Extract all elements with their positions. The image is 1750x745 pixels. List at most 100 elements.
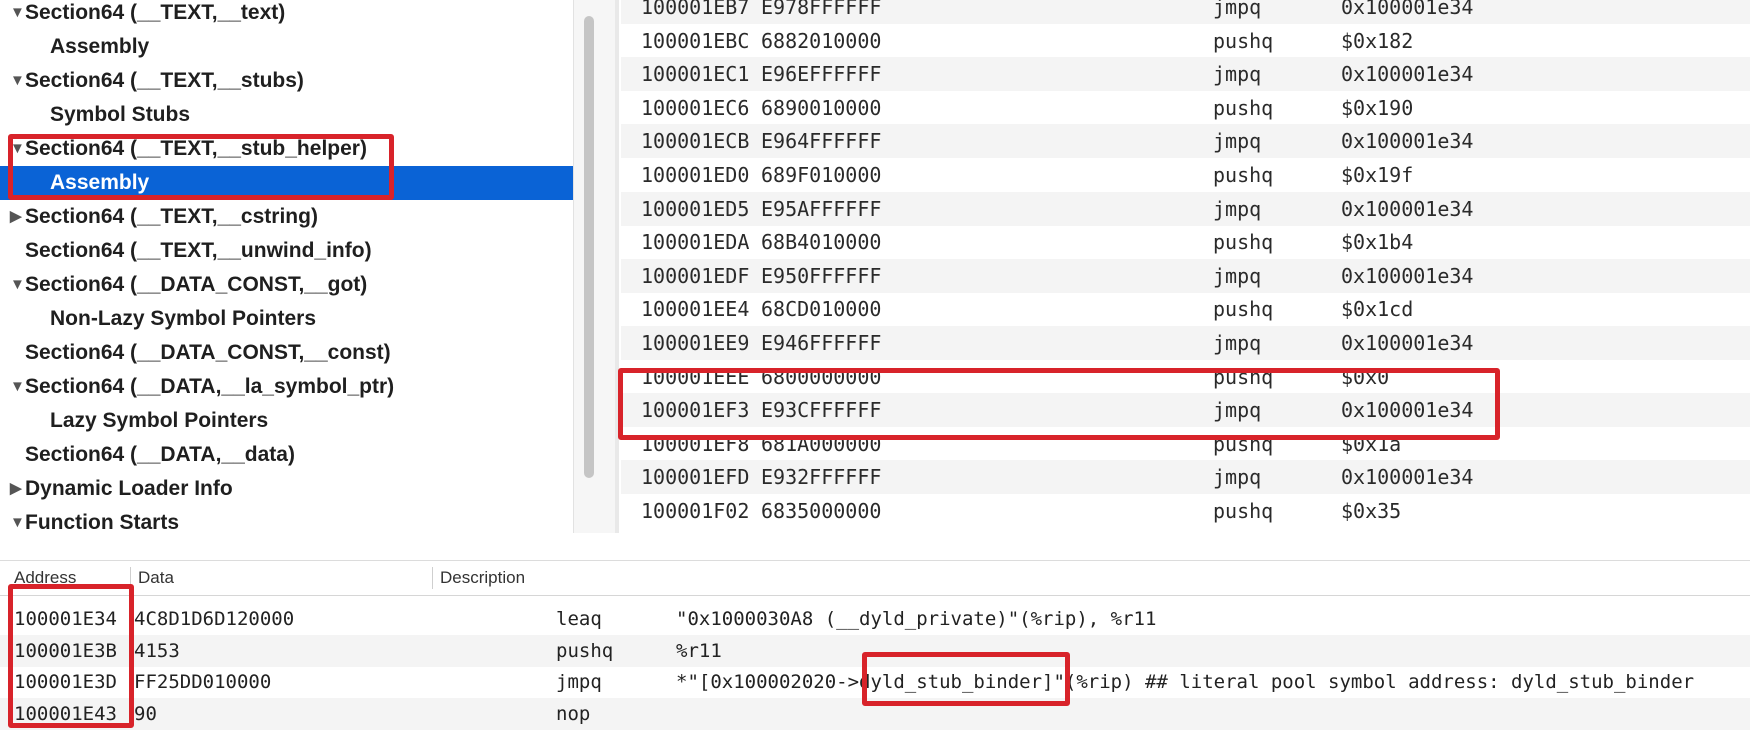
assembly-row[interactable]: 100001ED0 689F010000 pushq $0x19f [621,158,1750,192]
disclosure-triangle-expanded-icon[interactable]: ▼ [10,132,25,166]
tree-item-label: Dynamic Loader Info [25,477,233,500]
assembly-operand: $0x35 [1341,499,1402,523]
assembly-row[interactable]: 100001EC6 6890010000 pushq $0x190 [621,91,1750,125]
tree-item[interactable]: ▼ Section64 (__TEXT,__text) [0,0,573,30]
assembly-operand: 0x100001e34 [1341,129,1474,154]
assembly-operand: 0x100001e34 [1341,331,1474,355]
detail-data: FF25DD010000 [134,671,272,693]
assembly-bytes: 6800000000 [761,364,882,389]
detail-address: 100001E43 [14,702,117,725]
detail-row[interactable]: 100001E34 4C8D1D6D120000 leaq "0x1000030A8 … [0,603,1750,635]
tree-scrollbar[interactable] [573,0,617,533]
disclosure-triangle-collapsed-icon[interactable]: ▶ [10,200,22,234]
assembly-bytes: 689F010000 [761,163,882,187]
assembly-opcode: jmpq [1213,62,1262,87]
assembly-row[interactable]: 100001EE9 E946FFFFFF jmpq 0x100001e34 [621,326,1750,360]
assembly-operand: $0x0 [1341,364,1390,389]
tree-item[interactable]: ▶ Section64 (__TEXT,__cstring) [0,200,573,234]
disclosure-triangle-collapsed-icon[interactable]: ▶ [10,472,22,506]
column-header-address[interactable]: Address [14,561,76,595]
assembly-row[interactable]: 100001EB7 E978FFFFFF jmpq 0x100001e34 [621,0,1750,24]
assembly-operand: 0x100001e34 [1341,263,1474,288]
tree-item[interactable]: Lazy Symbol Pointers [0,404,573,438]
column-divider[interactable] [130,567,131,589]
assembly-operand: 0x100001e34 [1341,465,1474,490]
detail-description: *"[0x100002020->dyld_stub_binder]"(%rip)… [676,671,1695,693]
assembly-row[interactable]: 100001F02 6835000000 pushq $0x35 [621,494,1750,528]
disclosure-triangle-expanded-icon[interactable]: ▼ [10,506,25,533]
tree-item-label: Non-Lazy Symbol Pointers [50,307,317,330]
assembly-address: 100001EB7 [641,0,750,19]
tree-item-label: Section64 (__TEXT,__cstring) [25,205,318,228]
tree-item[interactable]: ▼ Section64 (__DATA,__la_symbol_ptr) [0,370,573,404]
detail-row[interactable]: 100001E43 90 nop [0,697,1750,730]
detail-address: 100001E34 [14,608,117,630]
assembly-row[interactable]: 100001EDA 68B4010000 pushq $0x1b4 [621,225,1750,259]
column-header-description[interactable]: Description [440,561,525,595]
tree-item[interactable]: ▶ Dynamic Loader Info [0,472,573,506]
tree-item[interactable]: Assembly [0,30,573,64]
assembly-bytes: 6890010000 [761,95,882,120]
detail-data: 4C8D1D6D120000 [134,608,295,630]
assembly-bytes: E950FFFFFF [761,263,882,288]
tree-item-label: Section64 (__TEXT,__stubs) [25,69,304,92]
detail-table[interactable]: Address Data Description 100001E34 4C8D1D… [0,560,1750,745]
assembly-address: 100001EE9 [641,331,750,355]
assembly-row[interactable]: 100001EF3 E93CFFFFFF jmpq 0x100001e34 [621,393,1750,428]
assembly-row[interactable]: 100001EF8 681A000000 pushq $0x1a [621,427,1750,461]
detail-description: "0x1000030A8 (__dyld_private)"(%rip), %r… [676,608,1157,630]
assembly-address: 100001F02 [641,499,750,523]
assembly-row[interactable]: 100001ECB E964FFFFFF jmpq 0x100001e34 [621,124,1750,159]
detail-opcode: leaq [556,608,602,630]
tree-item[interactable]: ▼ Section64 (__DATA_CONST,__got) [0,268,573,302]
assembly-address: 100001EDF [641,263,750,288]
column-header-data[interactable]: Data [138,561,174,595]
assembly-row[interactable]: 100001EC1 E96EFFFFFF jmpq 0x100001e34 [621,57,1750,92]
column-divider[interactable] [432,567,433,589]
tree-item-label: Symbol Stubs [50,103,191,126]
assembly-table[interactable]: 100001EB7 E978FFFFFF jmpq 0x100001e34 100001… [615,0,1750,533]
detail-row[interactable]: 100001E3B 4153 pushq %r11 [0,634,1750,667]
assembly-row[interactable]: 100001EDF E950FFFFFF jmpq 0x100001e34 [621,258,1750,293]
tree-item-label: Assembly [50,171,150,194]
tree-item[interactable]: ▼ Function Starts [0,506,573,533]
assembly-opcode: pushq [1213,95,1274,120]
disclosure-triangle-expanded-icon[interactable]: ▼ [10,64,25,98]
section-tree[interactable]: ▼ Section64 (__TEXT,__text) Assembly ▼ Secti… [0,0,573,533]
tree-scrollbar-thumb[interactable] [584,16,594,478]
tree-item[interactable]: Assembly [0,166,573,200]
assembly-address: 100001EF8 [641,431,750,456]
tree-item[interactable]: Non-Lazy Symbol Pointers [0,302,573,336]
tree-item-label: Section64 (__DATA_CONST,__const) [25,341,391,364]
assembly-opcode: pushq [1213,431,1274,456]
tree-item[interactable]: Section64 (__DATA_CONST,__const) [0,336,573,370]
tree-item[interactable]: ▼ Section64 (__TEXT,__stub_helper) [0,132,573,166]
tree-item[interactable]: Section64 (__DATA,__data) [0,438,573,472]
assembly-address: 100001EC1 [641,62,750,87]
assembly-address: 100001ED0 [641,163,750,187]
disclosure-triangle-expanded-icon[interactable]: ▼ [10,0,25,30]
assembly-gutter [615,0,619,533]
tree-item-label: Section64 (__DATA,__data) [25,443,295,466]
assembly-address: 100001EDA [641,230,750,255]
assembly-row[interactable]: 100001ED5 E95AFFFFFF jmpq 0x100001e34 [621,191,1750,226]
assembly-address: 100001EE4 [641,297,750,322]
assembly-operand: 0x100001e34 [1341,398,1474,423]
tree-item[interactable]: ▼ Section64 (__TEXT,__stubs) [0,64,573,98]
assembly-row[interactable]: 100001EE4 68CD010000 pushq $0x1cd [621,292,1750,326]
disclosure-triangle-expanded-icon[interactable]: ▼ [10,370,25,404]
assembly-opcode: jmpq [1213,263,1262,288]
assembly-opcode: jmpq [1213,398,1262,423]
assembly-address: 100001ECB [641,129,750,154]
tree-item[interactable]: Section64 (__TEXT,__unwind_info) [0,234,573,268]
detail-opcode: jmpq [556,671,602,693]
disclosure-triangle-expanded-icon[interactable]: ▼ [10,268,25,302]
assembly-row[interactable]: 100001EFD E932FFFFFF jmpq 0x100001e34 [621,460,1750,495]
detail-row[interactable]: 100001E3D FF25DD010000 jmpq *"[0x100002020-… [0,666,1750,698]
detail-description: %r11 [676,639,722,662]
assembly-opcode: pushq [1213,364,1274,389]
assembly-opcode: jmpq [1213,129,1262,154]
assembly-row[interactable]: 100001EEE 6800000000 pushq $0x0 [621,360,1750,394]
tree-item[interactable]: Symbol Stubs [0,98,573,132]
assembly-row[interactable]: 100001EBC 6882010000 pushq $0x182 [621,24,1750,58]
